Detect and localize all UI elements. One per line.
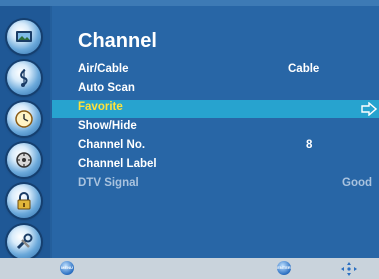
tv-osd-screen: Channel Air/Cable Cable Auto Scan Favori…: [0, 0, 379, 279]
air-cable-value: Cable: [288, 63, 320, 75]
menu-item-label: DTV Signal: [78, 177, 139, 189]
menu-item-air-cable[interactable]: Air/Cable Cable: [52, 62, 379, 80]
menu-item-favorite[interactable]: Favorite: [52, 100, 379, 118]
menu-hint-label: MENU: [61, 265, 73, 270]
menu-item-label: Channel No.: [78, 139, 146, 151]
picture-icon[interactable]: [7, 20, 41, 54]
channel-menu-panel: Channel Air/Cable Cable Auto Scan Favori…: [52, 6, 379, 258]
setup-icon[interactable]: [7, 225, 41, 259]
menu-item-label: Auto Scan: [78, 82, 135, 94]
audio-icon[interactable]: [7, 61, 41, 95]
menu-item-label: Channel Label: [78, 158, 157, 170]
menu-title: Channel: [78, 30, 157, 52]
enter-hint-label: ENTER: [277, 265, 291, 270]
clock-icon[interactable]: [7, 102, 41, 136]
lock-icon[interactable]: [7, 184, 41, 218]
channel-icon[interactable]: [7, 143, 41, 177]
menu-item-label: Show/Hide: [78, 120, 137, 132]
menu-item-show-hide[interactable]: Show/Hide: [52, 119, 379, 137]
bottom-hint-bar: [0, 258, 379, 279]
menu-item-channel-label[interactable]: Channel Label: [52, 157, 379, 175]
menu-item-auto-scan[interactable]: Auto Scan: [52, 81, 379, 99]
menu-item-dtv-signal: DTV Signal Good: [52, 176, 379, 194]
menu-sidebar: [0, 6, 50, 259]
menu-button-icon: MENU: [60, 261, 74, 275]
navigation-arrows-icon: [341, 262, 357, 276]
menu-item-label: Favorite: [78, 101, 123, 113]
arrow-right-icon: [361, 102, 377, 116]
enter-button-icon: ENTER: [277, 261, 291, 275]
dtv-signal-value: Good: [342, 177, 373, 189]
channel-no-value: 8: [306, 139, 313, 151]
menu-item-label: Air/Cable: [78, 63, 129, 75]
menu-item-channel-no[interactable]: Channel No. 8: [52, 138, 379, 156]
